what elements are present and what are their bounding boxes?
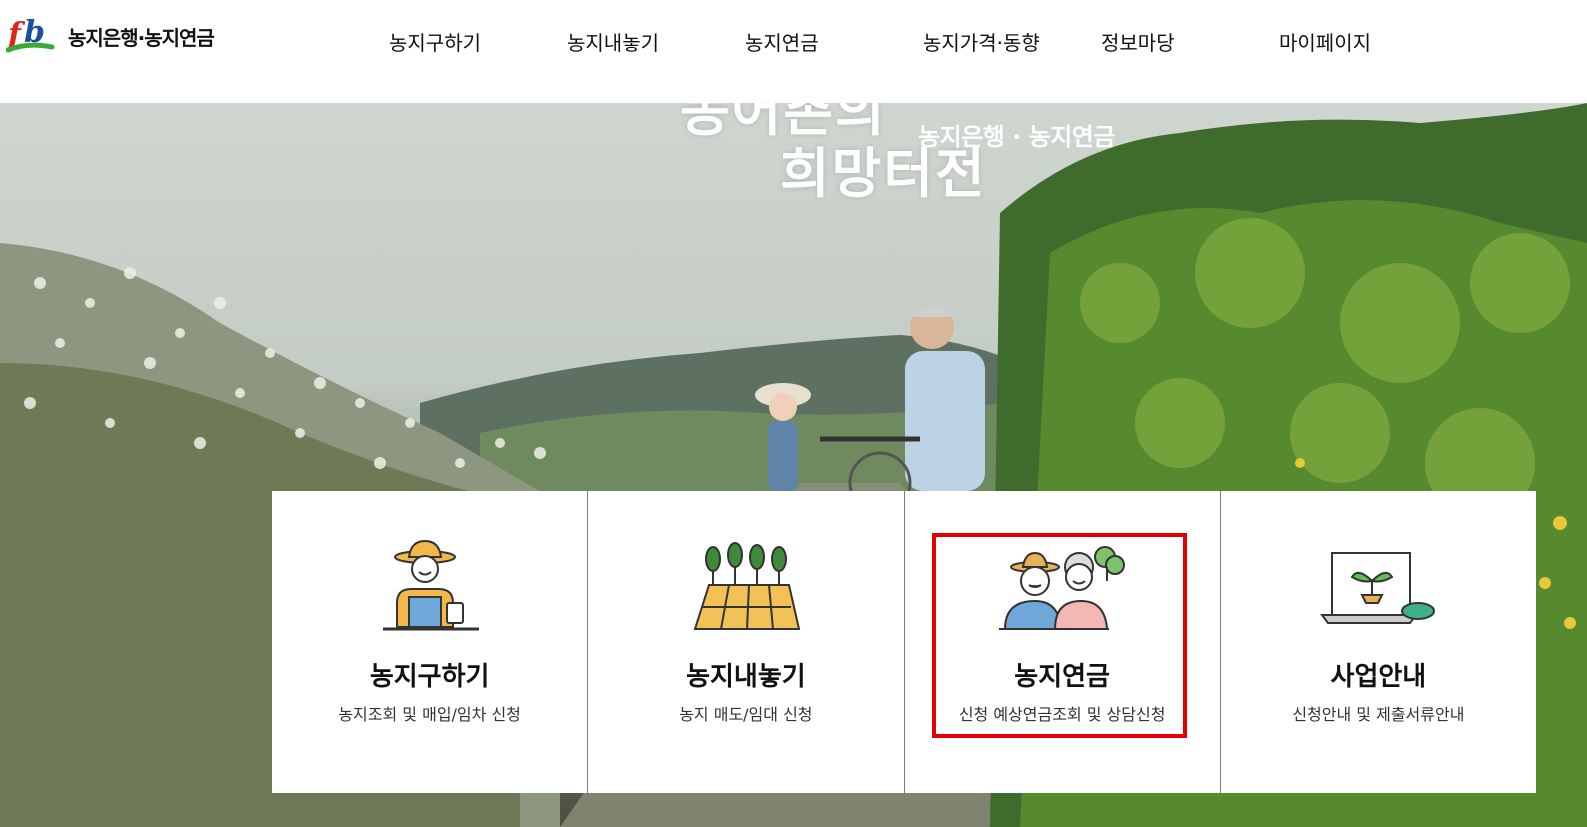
nav-item-find-farmland[interactable]: 농지구하기	[389, 27, 481, 56]
card-business-info[interactable]: 사업안내 신청안내 및 제출서류안내	[1221, 491, 1536, 793]
card-description: 농지 매도/임대 신청	[679, 705, 813, 724]
card-title: 농지내놓기	[686, 662, 806, 692]
nav-item-price-trends[interactable]: 농지가격·동향	[923, 27, 1040, 56]
card-find-farmland[interactable]: 농지구하기 농지조회 및 매입/임차 신청	[272, 491, 589, 793]
highlight-box	[932, 533, 1187, 738]
farmer-icon	[382, 539, 479, 631]
nav-item-farmland-pension[interactable]: 농지연금	[745, 27, 819, 56]
hero-subtitle: 농지은행 · 농지연금	[918, 123, 1115, 151]
quick-menu-cards: 농지구하기 농지조회 및 매입/임차 신청 농지내놓기 농지 매도/임대 신청	[272, 491, 1536, 793]
hero-title-line1: 농어촌의	[680, 103, 887, 143]
logo-text: 농지은행·농지연금	[68, 25, 215, 50]
card-description: 신청안내 및 제출서류안내	[1292, 705, 1465, 724]
card-description: 농지조회 및 매입/임차 신청	[338, 705, 521, 724]
card-title: 농지구하기	[369, 662, 490, 692]
nav-item-mypage[interactable]: 마이페이지	[1279, 27, 1371, 56]
hero-title-line2: 희망터전	[780, 142, 987, 205]
site-header: f b 농지은행·농지연금 농지구하기 농지내놓기 농지연금 농지가격·동향 정…	[0, 0, 1587, 103]
card-list-farmland[interactable]: 농지내놓기 농지 매도/임대 신청	[588, 491, 905, 793]
sprout-laptop-icon	[1320, 552, 1436, 624]
farmland-icon	[693, 542, 801, 630]
site-logo[interactable]: f b 농지은행·농지연금	[5, 14, 215, 58]
card-title: 사업안내	[1330, 662, 1427, 692]
nav-item-info[interactable]: 정보마당	[1101, 27, 1175, 56]
fb-logo-icon: f b	[5, 14, 56, 58]
nav-item-list-farmland[interactable]: 농지내놓기	[567, 27, 659, 56]
